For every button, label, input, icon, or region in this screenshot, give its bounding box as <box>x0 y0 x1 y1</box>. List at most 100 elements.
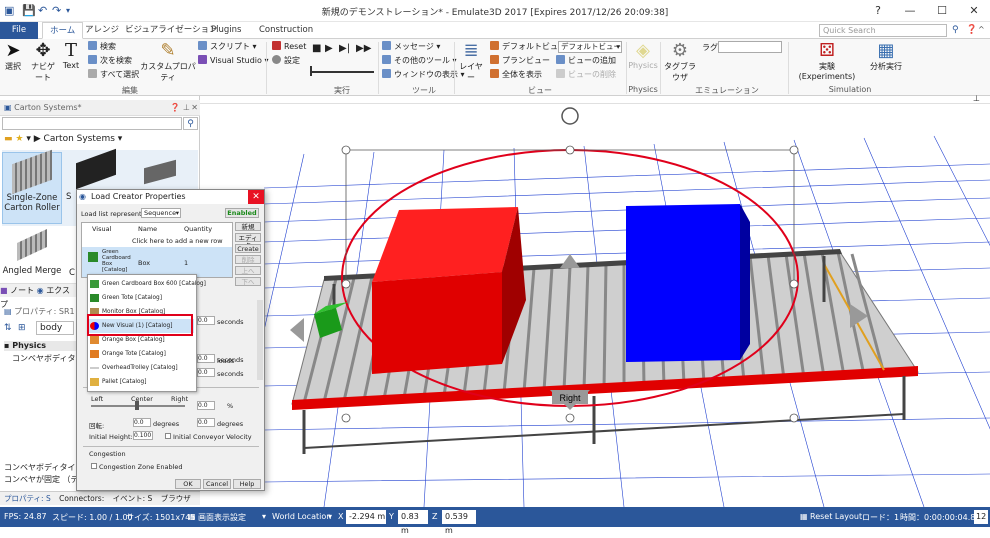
tab-browser[interactable]: ブラウザ <box>155 494 191 503</box>
tag-input[interactable] <box>718 41 782 53</box>
dialog-scrollbar[interactable] <box>257 300 263 380</box>
tag-browser-button[interactable]: ⚙ タグブラウザ <box>662 41 698 83</box>
reset-layout-button[interactable]: Reset Layout <box>810 512 862 521</box>
represents-select[interactable]: Sequence ▾ <box>141 208 181 218</box>
search-next-button[interactable]: 次を検索 <box>88 55 132 67</box>
minimize-button[interactable]: — <box>894 0 926 22</box>
list-item[interactable]: Pallet [Catalog] <box>88 375 192 389</box>
table-row[interactable]: Green Cardboard Box [Catalog] Box 1 <box>82 247 232 277</box>
delete-view-button[interactable]: ビューの削除 <box>556 69 616 81</box>
move-up-button[interactable]: 上へ <box>235 266 261 275</box>
custom-property-button[interactable]: ✎ カスタムプロパティ <box>140 41 196 83</box>
show-all-button[interactable]: 全体を表示 <box>490 69 542 81</box>
help-icon[interactable]: ❓ <box>170 100 180 116</box>
experiments-button[interactable]: ⚄ 実験 (Experiments) <box>790 41 864 82</box>
ok-button[interactable]: OK <box>175 479 201 489</box>
step-icon[interactable]: ▶| <box>339 43 350 54</box>
quick-search-input[interactable]: Quick Search <box>819 24 947 37</box>
alignment-input[interactable]: 0.0 <box>197 401 215 410</box>
loads-input[interactable]: 0.0 <box>197 354 215 363</box>
delay-input[interactable]: 0.0 <box>197 368 215 377</box>
physics-button[interactable]: ◈ Physics <box>628 41 658 71</box>
fast-forward-icon[interactable]: ▶▶ <box>356 43 371 54</box>
navigate-button[interactable]: ✥ ナビゲート <box>28 41 58 83</box>
default-view-button[interactable]: デフォルトビュー <box>490 41 566 53</box>
category-physics[interactable]: ▪ Physics <box>4 341 76 351</box>
display-settings-button[interactable]: 画面表示設定 <box>198 512 246 523</box>
red-box[interactable] <box>372 207 526 374</box>
move-down-button[interactable]: 下へ <box>235 277 261 286</box>
search-button[interactable]: 検索 <box>88 41 116 53</box>
ribbon-collapse-icon[interactable]: ^ <box>978 25 985 34</box>
speed-slider-thumb[interactable] <box>310 66 312 76</box>
pin-icon[interactable]: ⊥ <box>973 94 980 103</box>
list-item[interactable]: Green Tote [Catalog] <box>88 291 192 305</box>
layer-button[interactable]: ≣ レイヤー <box>456 41 486 83</box>
tab-plugins[interactable]: Plugins <box>204 22 248 39</box>
tab-connectors[interactable]: Connectors: <box>53 494 104 503</box>
initial-height-input[interactable]: 0.100 <box>133 431 153 440</box>
notification-badge[interactable]: 12 <box>974 510 988 524</box>
x-coordinate-field[interactable]: -2.294 m <box>346 510 386 524</box>
list-item[interactable]: Orange Tote [Catalog] <box>88 347 192 361</box>
delete-button[interactable]: 削除 <box>235 255 261 264</box>
dialog-close-button[interactable]: ✕ <box>248 190 264 204</box>
select-all-button[interactable]: すべて選択 <box>88 69 139 81</box>
interval-input[interactable]: 0.0 <box>197 316 215 325</box>
settings-button[interactable]: 設定 <box>272 55 300 67</box>
rotation-input[interactable]: 0.0 <box>133 418 151 427</box>
help-icon[interactable]: ❓ <box>966 25 977 35</box>
z-coordinate-field[interactable]: 0.539 m <box>442 510 476 535</box>
close-icon[interactable]: ✕ <box>191 100 198 116</box>
world-location-select[interactable]: World Location <box>272 512 331 521</box>
other-tools-button[interactable]: その他のツール ▾ <box>382 55 457 67</box>
window-view-button[interactable]: ウィンドウの表示 ▾ <box>382 69 465 81</box>
stop-icon[interactable]: ■ <box>312 43 321 54</box>
congestion-checkbox[interactable] <box>91 463 97 469</box>
3d-viewport[interactable]: Right <box>264 104 990 507</box>
tab-file[interactable]: File <box>0 22 38 39</box>
message-button[interactable]: メッセージ ▾ <box>382 41 440 53</box>
catalog-item-single-zone-roller[interactable]: Single-Zone Carton Roller <box>2 149 62 224</box>
new-button[interactable]: 新規 <box>235 222 261 231</box>
script-button[interactable]: スクリプト ▾ <box>198 41 257 53</box>
cancel-button[interactable]: Cancel <box>203 479 231 489</box>
text-button[interactable]: T Text <box>60 41 82 71</box>
visual-studio-button[interactable]: Visual Studio ▾ <box>198 55 268 67</box>
maximize-button[interactable]: ☐ <box>926 0 958 22</box>
editor-button[interactable]: エディタ <box>235 233 261 250</box>
blue-box[interactable] <box>626 204 750 362</box>
sort-icon[interactable]: ⇅ <box>4 323 12 333</box>
tab-events[interactable]: イベント: S <box>107 494 153 503</box>
y-coordinate-field[interactable]: 0.83 m <box>398 510 428 535</box>
create-button[interactable]: Create <box>235 244 261 253</box>
object-select[interactable]: body <box>36 321 74 335</box>
tab-note[interactable]: ノート <box>10 286 34 295</box>
add-row-link[interactable]: Click here to add a new row <box>132 237 223 245</box>
reset-button[interactable]: Reset <box>272 41 306 53</box>
plan-view-button[interactable]: プランビュー <box>490 55 550 67</box>
help-button[interactable]: ? <box>862 0 894 22</box>
play-icon[interactable]: ▶ <box>325 43 333 54</box>
category-icon[interactable]: ⊞ <box>18 323 26 333</box>
catalog-search-input[interactable] <box>2 117 182 130</box>
list-item[interactable]: Green Cardboard Box 600 [Catalog] <box>88 277 206 291</box>
rotate-handle-icon[interactable] <box>561 107 579 125</box>
view-select[interactable]: デフォルトビュー ▾ <box>558 41 622 53</box>
tab-construction[interactable]: Construction <box>252 22 320 39</box>
close-button[interactable]: ✕ <box>958 0 990 22</box>
select-button[interactable]: ➤ 選択 <box>2 41 24 72</box>
pin-icon[interactable]: ⊥ <box>183 100 190 116</box>
tab-properties[interactable]: プロパティ: S <box>0 494 51 503</box>
analysis-button[interactable]: ▦ 分析実行 <box>866 41 906 72</box>
property-row[interactable]: コンベヤボディタイプ <box>12 353 76 364</box>
enabled-toggle[interactable]: Enabled <box>225 208 259 218</box>
list-item[interactable]: OverheadTrolley [Catalog] <box>88 361 192 375</box>
speed-slider[interactable] <box>310 71 374 73</box>
catalog-item-angled-merge[interactable]: Angled Merge <box>2 229 62 284</box>
help-button[interactable]: Help <box>233 479 261 489</box>
add-view-button[interactable]: ビューの追加 <box>556 55 616 67</box>
quick-search-icon[interactable]: ⚲ <box>952 25 959 35</box>
rotation-variance-input[interactable]: 0.0 <box>197 418 215 427</box>
catalog-breadcrumb[interactable]: ▬ ★ ▾ ▶ Carton Systems ▾ <box>4 134 122 144</box>
